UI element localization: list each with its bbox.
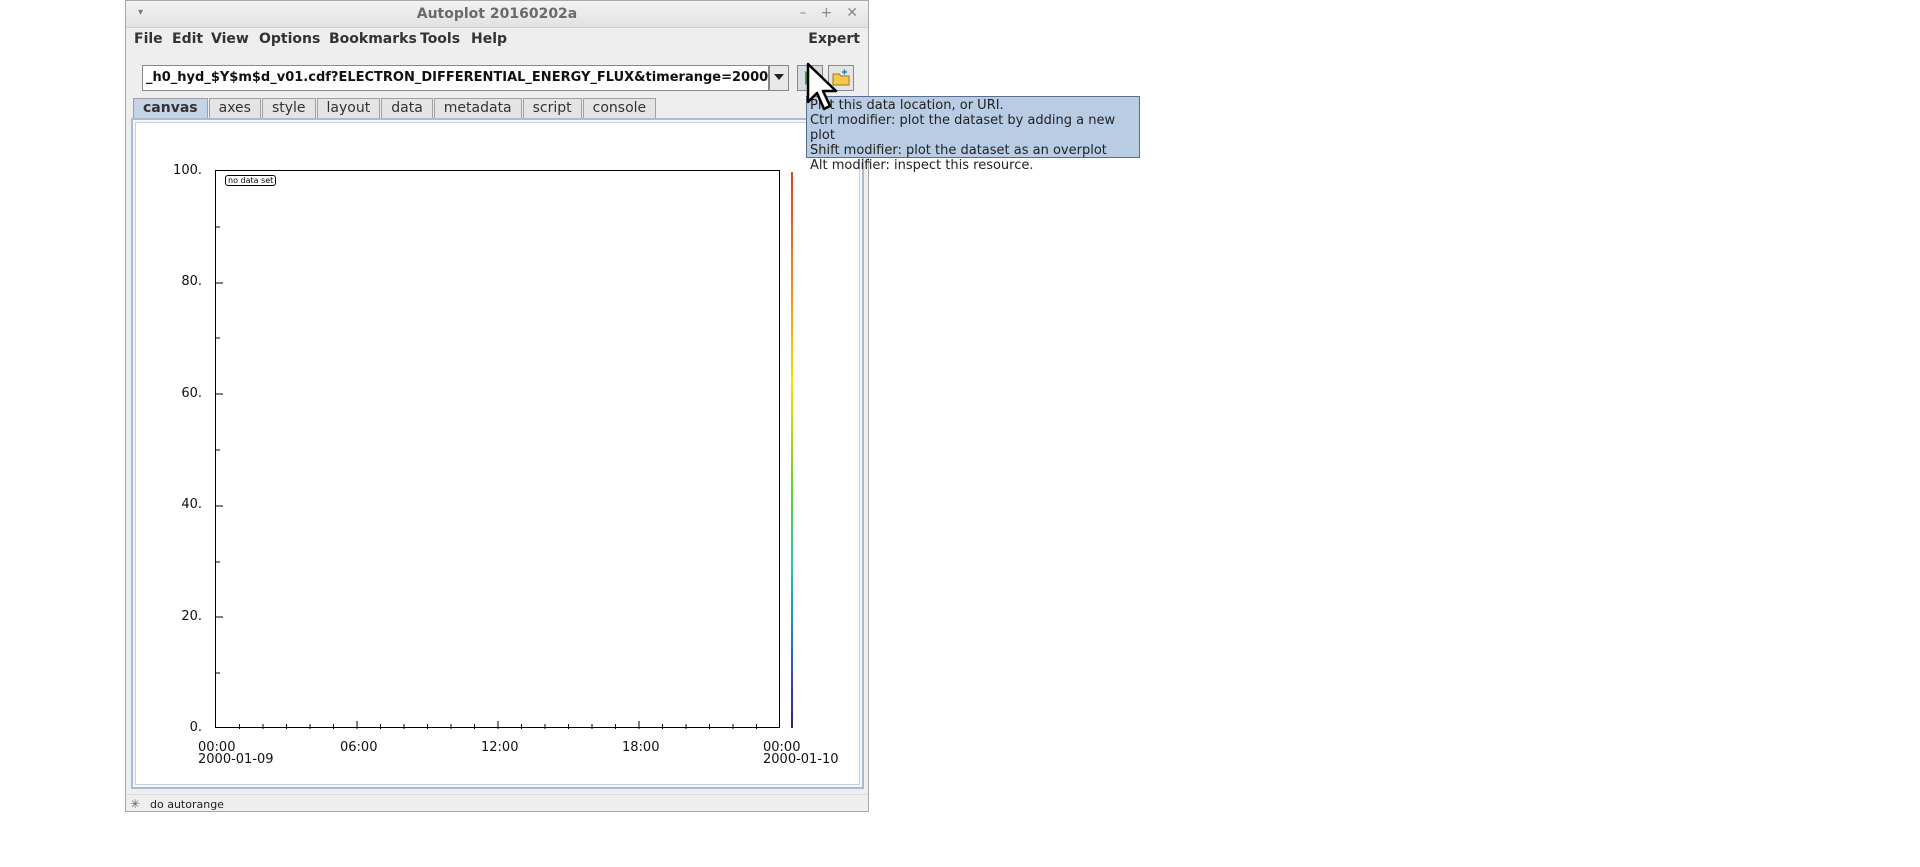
- tab-strip: canvas axes style layout data metadata s…: [133, 98, 657, 118]
- chevron-down-icon: [774, 74, 784, 80]
- menu-tools[interactable]: Tools: [420, 31, 460, 47]
- x-tick-label: 06:00: [340, 740, 378, 755]
- no-data-badge: no data set: [225, 175, 277, 186]
- menu-options[interactable]: Options: [259, 31, 320, 47]
- menu-expert[interactable]: Expert: [808, 31, 860, 47]
- busy-spinner-icon: ✳: [130, 797, 141, 811]
- y-tick-label: 80.: [181, 274, 202, 289]
- tab-console[interactable]: console: [582, 98, 657, 118]
- x-tick-label: 12:00: [481, 740, 519, 755]
- x-tick-label: 00:00 2000-01-09: [198, 740, 274, 767]
- menu-help[interactable]: Help: [471, 31, 507, 47]
- status-bar: ✳ do autorange: [126, 794, 868, 813]
- minimize-button[interactable]: –: [800, 5, 807, 21]
- close-button[interactable]: ✕: [846, 5, 858, 21]
- tab-layout[interactable]: layout: [316, 98, 381, 118]
- menu-bookmarks[interactable]: Bookmarks: [329, 31, 417, 47]
- tab-canvas[interactable]: canvas: [133, 98, 208, 118]
- y-tick-label: 100.: [173, 163, 202, 178]
- tooltip-line: Plot this data location, or URI.: [810, 98, 1004, 113]
- menu-view[interactable]: View: [211, 31, 249, 47]
- tab-script[interactable]: script: [522, 98, 582, 118]
- tooltip-line: Shift modifier: plot the dataset as an o…: [810, 143, 1107, 158]
- x-tick-label: 00:00 2000-01-10: [763, 740, 839, 767]
- maximize-button[interactable]: +: [821, 5, 833, 21]
- uri-input[interactable]: _h0_hyd_$Y$m$d_v01.cdf?ELECTRON_DIFFEREN…: [142, 65, 769, 91]
- color-bar[interactable]: [791, 172, 793, 728]
- title-bar[interactable]: ▾ Autoplot 20160202a – + ✕: [126, 1, 868, 28]
- tab-style[interactable]: style: [261, 98, 316, 118]
- x-tick-label: 18:00: [622, 740, 660, 755]
- uri-history-dropdown[interactable]: [769, 65, 789, 91]
- y-tick-label: 20.: [181, 609, 202, 624]
- axis-ticks: [216, 226, 757, 729]
- menu-bar: File Edit View Options Bookmarks Tools H…: [126, 28, 868, 52]
- plot-area[interactable]: [215, 170, 780, 729]
- tooltip-line: Alt modifier: inspect this resource.: [810, 158, 1034, 173]
- tab-metadata[interactable]: metadata: [433, 98, 522, 118]
- menu-edit[interactable]: Edit: [172, 31, 203, 47]
- status-message: do autorange: [150, 798, 224, 811]
- y-tick-label: 0.: [189, 720, 202, 735]
- menu-file[interactable]: File: [134, 31, 163, 47]
- plot-button-tooltip: Plot this data location, or URI. Ctrl mo…: [806, 96, 1140, 173]
- y-tick-label: 40.: [181, 497, 202, 512]
- y-tick-label: 60.: [181, 386, 202, 401]
- mouse-cursor-icon: [806, 62, 838, 111]
- tab-data[interactable]: data: [381, 98, 433, 118]
- window-title: Autoplot 20160202a: [416, 6, 578, 22]
- tab-axes[interactable]: axes: [208, 98, 261, 118]
- tooltip-line: Ctrl modifier: plot the dataset by addin…: [810, 113, 1116, 143]
